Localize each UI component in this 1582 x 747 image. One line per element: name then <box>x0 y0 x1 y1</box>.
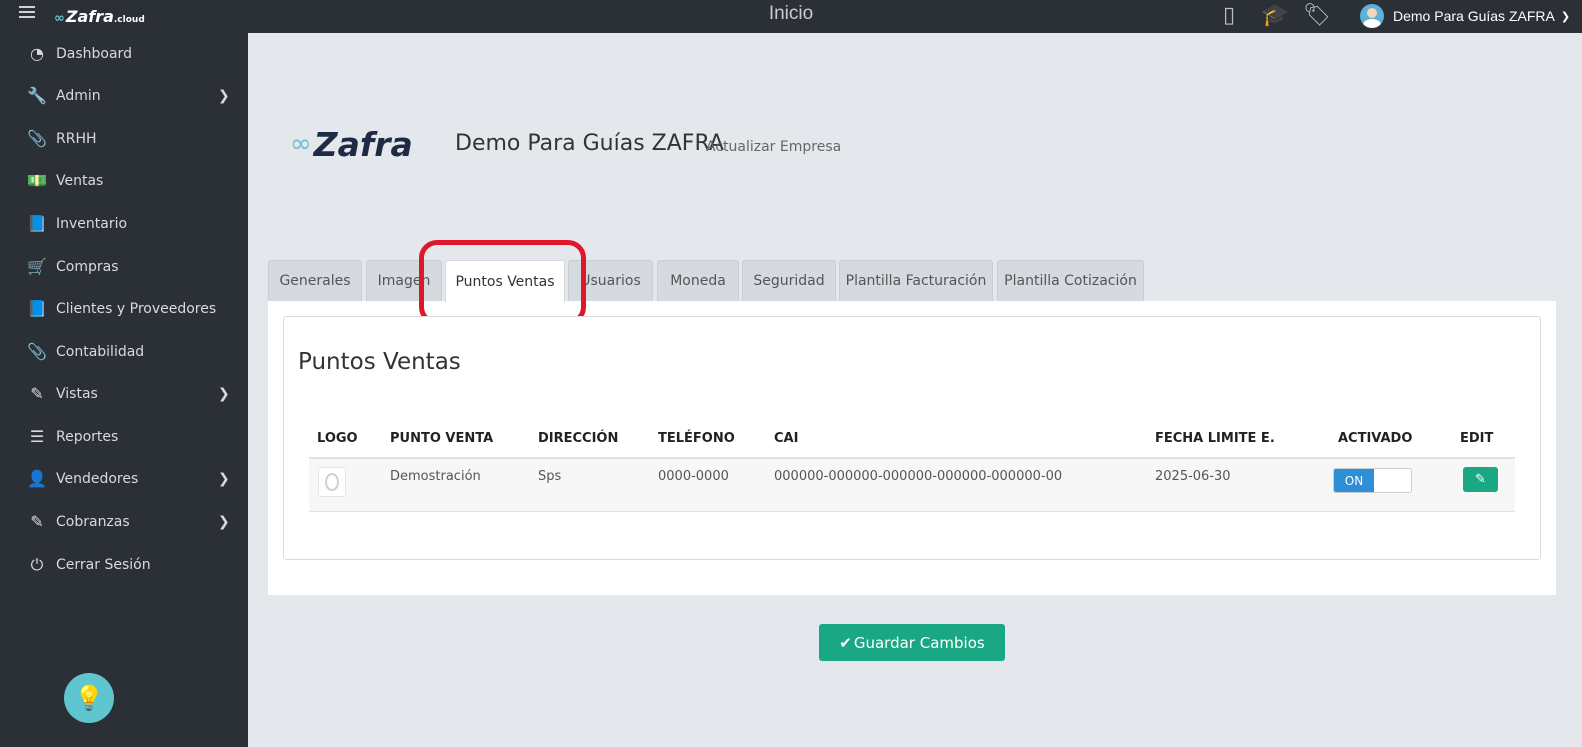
cell-telefono: 0000-0000 <box>658 469 729 484</box>
column-header-edit: EDIT <box>1460 431 1494 446</box>
chevron-right-icon: ❯ <box>218 514 230 530</box>
company-name: Demo Para Guías ZAFRA <box>455 131 724 156</box>
chevron-down-icon: ❯ <box>1560 9 1571 23</box>
sidebar-item-admin[interactable]: 🔧 Admin ❯ <box>0 77 248 115</box>
edit-icon: ✎ <box>30 384 44 403</box>
tab-moneda[interactable]: Moneda <box>657 260 739 301</box>
sidebar-item-label: Vistas <box>56 386 98 402</box>
chevron-right-icon: ❯ <box>218 386 230 402</box>
cell-direccion: Sps <box>538 469 562 484</box>
activado-toggle[interactable]: ON <box>1333 468 1412 493</box>
cell-punto-venta: Demostración <box>390 469 481 484</box>
sidebar-item-reportes[interactable]: ☰ Reportes <box>0 418 248 456</box>
money-icon: 💵 <box>27 171 47 190</box>
book-icon: 📘 <box>27 214 47 233</box>
sidebar-item-ventas[interactable]: 💵 Ventas <box>0 162 248 200</box>
sidebar-item-clientes[interactable]: 📘 Clientes y Proveedores <box>0 290 248 328</box>
lightbulb-icon[interactable]: 💡 <box>64 673 114 723</box>
book-icon: 📘 <box>27 299 47 318</box>
sidebar-item-label: Compras <box>56 259 119 275</box>
sidebar-item-label: Contabilidad <box>56 344 145 360</box>
tab-puntos-ventas[interactable]: Puntos Ventas <box>445 260 565 302</box>
sidebar-item-label: RRHH <box>56 131 97 147</box>
user-name: Demo Para Guías ZAFRA <box>1393 8 1555 24</box>
sidebar-item-label: Dashboard <box>56 46 132 62</box>
user-menu[interactable]: Demo Para Guías ZAFRA ❯ <box>1360 2 1570 30</box>
sidebar-item-label: Ventas <box>56 173 104 189</box>
edit-icon: ✎ <box>1475 472 1486 487</box>
user-icon: 👤 <box>27 469 47 488</box>
column-header-fecha-limite: FECHA LIMITE E. <box>1155 431 1275 446</box>
section-title: Puntos Ventas <box>298 349 461 375</box>
company-logo: ∞ Zafra <box>290 124 413 164</box>
graduation-cap-icon[interactable]: 🎓 <box>1261 3 1288 28</box>
mobile-icon[interactable]: ▯ <box>1223 3 1235 28</box>
tags-icon[interactable]: 🏷 <box>1303 3 1331 28</box>
power-icon: ⏻ <box>30 555 44 574</box>
chevron-right-icon: ❯ <box>218 88 230 104</box>
cart-icon: 🛒 <box>27 257 47 276</box>
punto-venta-logo-image <box>318 467 346 497</box>
sidebar-item-label: Admin <box>56 88 101 104</box>
edit-icon: ✎ <box>30 512 44 531</box>
sidebar-item-compras[interactable]: 🛒 Compras <box>0 248 248 286</box>
sidebar-item-label: Vendedores <box>56 471 139 487</box>
column-header-direccion: DIRECCIÓN <box>538 431 619 446</box>
tab-usuarios[interactable]: Usuarios <box>568 260 653 301</box>
brand-logo[interactable]: ∞Zafra.cloud <box>54 7 145 26</box>
save-button-label: Guardar Cambios <box>853 633 985 652</box>
chevron-right-icon: ❯ <box>218 471 230 487</box>
tab-plantilla-facturacion[interactable]: Plantilla Facturación <box>839 260 993 301</box>
sidebar: ◔ Dashboard 🔧 Admin ❯ 📎 RRHH 💵 Ventas 📘 Invent… <box>0 33 248 747</box>
top-bar: ∞Zafra.cloud Inicio ▯ 🎓 🏷 Demo Para Guía… <box>0 0 1582 33</box>
list-icon: ☰ <box>29 427 45 446</box>
sidebar-item-label: Inventario <box>56 216 128 232</box>
cell-fecha-limite: 2025-06-30 <box>1155 469 1231 484</box>
tab-seguridad[interactable]: Seguridad <box>742 260 836 301</box>
sidebar-item-label: Reportes <box>56 429 119 445</box>
page-subtitle: Actualizar Empresa <box>706 139 842 155</box>
avatar <box>1360 4 1384 28</box>
sidebar-item-label: Cobranzas <box>56 514 130 530</box>
sidebar-item-cerrar-sesion[interactable]: ⏻ Cerrar Sesión <box>0 546 248 584</box>
menu-toggle-icon[interactable] <box>19 6 35 20</box>
sidebar-item-dashboard[interactable]: ◔ Dashboard <box>0 35 248 73</box>
save-button[interactable]: ✔ Guardar Cambios <box>819 624 1005 661</box>
wrench-icon: 🔧 <box>27 86 47 105</box>
toggle-on-label: ON <box>1334 469 1374 492</box>
dashboard-icon: ◔ <box>30 44 44 63</box>
check-icon: ✔ <box>839 633 852 652</box>
page-title: Inicio <box>768 3 814 24</box>
sidebar-item-label: Cerrar Sesión <box>56 557 151 573</box>
column-header-telefono: TELÉFONO <box>658 431 735 446</box>
cell-cai: 000000-000000-000000-000000-000000-00 <box>774 469 1063 484</box>
tab-plantilla-cotizacion[interactable]: Plantilla Cotización <box>997 260 1144 301</box>
column-header-cai: CAI <box>774 431 799 446</box>
sidebar-item-contabilidad[interactable]: 📎 Contabilidad <box>0 333 248 371</box>
sidebar-item-vendedores[interactable]: 👤 Vendedores ❯ <box>0 460 248 498</box>
column-header-punto-venta: PUNTO VENTA <box>390 431 494 446</box>
sidebar-item-vistas[interactable]: ✎ Vistas ❯ <box>0 375 248 413</box>
tab-generales[interactable]: Generales <box>268 260 362 301</box>
edit-button[interactable]: ✎ <box>1463 467 1498 492</box>
sidebar-item-cobranzas[interactable]: ✎ Cobranzas ❯ <box>0 503 248 541</box>
tab-imagen[interactable]: Imagen <box>366 260 442 301</box>
paperclip-icon: 📎 <box>27 342 47 361</box>
paperclip-icon: 📎 <box>27 129 47 148</box>
column-header-activado: ACTIVADO <box>1338 431 1413 446</box>
sidebar-item-inventario[interactable]: 📘 Inventario <box>0 205 248 243</box>
sidebar-item-label: Clientes y Proveedores <box>56 301 217 317</box>
sidebar-item-rrhh[interactable]: 📎 RRHH <box>0 120 248 158</box>
column-header-logo: LOGO <box>317 431 358 446</box>
